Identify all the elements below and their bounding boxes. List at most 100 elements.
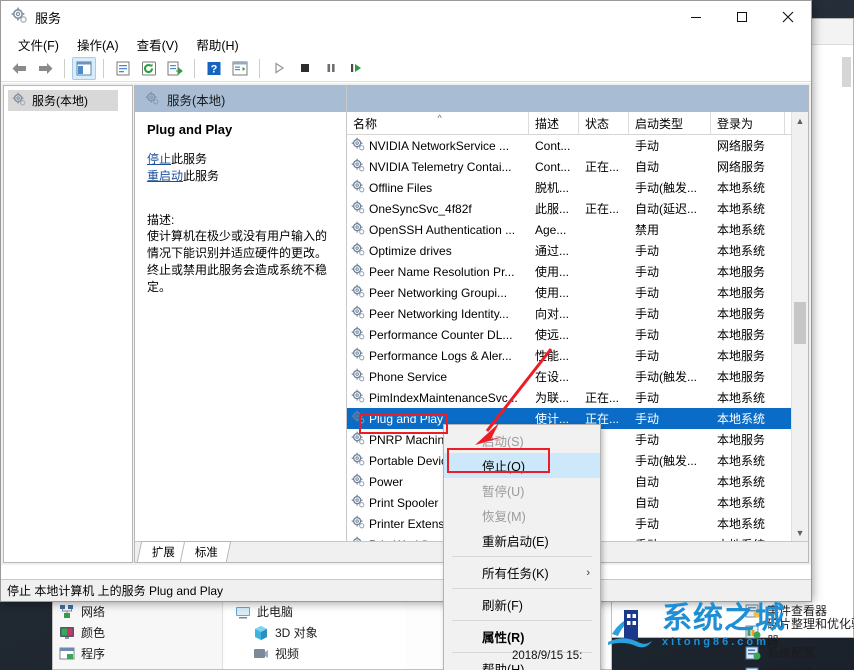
table-row[interactable]: OpenSSH Authentication ...Age...禁用本地系统: [347, 219, 808, 240]
start-service-icon[interactable]: [267, 57, 291, 80]
minimize-button[interactable]: [673, 1, 719, 33]
column-header-logon-as[interactable]: 登录为: [711, 112, 785, 134]
pause-service-icon[interactable]: [319, 57, 343, 80]
table-row[interactable]: OneSyncSvc_4f82f此服...正在...自动(延迟...本地系统: [347, 198, 808, 219]
list-header-band: [347, 86, 808, 112]
background-tree-item[interactable]: 此电脑: [235, 601, 405, 622]
cell-logon-as: 本地系统: [711, 200, 785, 217]
stop-service-link[interactable]: 停止: [147, 152, 171, 166]
cell-service-name: NVIDIA NetworkService ...: [347, 137, 529, 154]
background-nav-item[interactable]: 程序: [59, 643, 222, 664]
cell-logon-as: 本地系统: [711, 452, 785, 469]
cell-logon-as: 本地系统: [711, 389, 785, 406]
table-row[interactable]: Optimize drives通过...手动本地系统: [347, 240, 808, 261]
watermark-text: 系统之城 xitong86.com: [662, 604, 786, 648]
background-nav-item[interactable]: 网络: [59, 601, 222, 622]
service-gear-icon: [351, 368, 365, 385]
title-bar[interactable]: 服务: [1, 1, 811, 33]
maximize-button[interactable]: [719, 1, 765, 33]
cell-logon-as: 本地系统: [711, 536, 785, 541]
column-header-status[interactable]: 状态: [579, 112, 629, 134]
column-header-name[interactable]: 名称 ^: [347, 112, 529, 134]
cell-logon-as: 本地系统: [711, 179, 785, 196]
column-headers: 名称 ^ 描述 状态 启动类型: [347, 112, 808, 135]
background-timestamp: 2018/9/15 15:: [512, 650, 582, 662]
table-row[interactable]: NVIDIA NetworkService ...Cont...手动网络服务: [347, 135, 808, 156]
scroll-down-icon[interactable]: ▼: [792, 524, 808, 541]
scroll-up-icon[interactable]: ▲: [792, 112, 808, 129]
background-scrollbar[interactable]: [842, 57, 851, 87]
help-icon[interactable]: ?: [202, 57, 226, 80]
stop-service-icon[interactable]: [293, 57, 317, 80]
cell-logon-as: 本地服务: [711, 431, 785, 448]
background-admin-item[interactable]: i 系统信息: [745, 663, 854, 670]
list-scrollbar[interactable]: ▲ ▼: [791, 112, 808, 541]
tree-item-label: 服务(本地): [32, 92, 88, 109]
forward-icon[interactable]: [33, 57, 57, 80]
cell-startup-type: 手动: [629, 284, 711, 301]
column-header-description[interactable]: 描述: [529, 112, 579, 134]
show-hide-console-icon[interactable]: [228, 57, 252, 80]
column-header-startup-type[interactable]: 启动类型: [629, 112, 711, 134]
menu-item-刷新f[interactable]: 刷新(F): [444, 592, 600, 617]
menu-file[interactable]: 文件(F): [9, 33, 68, 56]
properties-icon[interactable]: [111, 57, 135, 80]
cell-status: 正在...: [579, 200, 629, 217]
back-icon[interactable]: [7, 57, 31, 80]
scrollbar-thumb[interactable]: [794, 302, 806, 344]
close-button[interactable]: [765, 1, 811, 33]
cell-service-name: Offline Files: [347, 179, 529, 196]
menu-item-属性r[interactable]: 属性(R): [444, 624, 600, 649]
menu-action[interactable]: 操作(A): [68, 33, 128, 56]
service-name-text: NVIDIA NetworkService ...: [369, 139, 509, 153]
cell-description: 脱机...: [529, 179, 579, 196]
background-nav-label: 网络: [81, 603, 105, 620]
cell-startup-type: 手动: [629, 410, 711, 427]
stop-service-link-row[interactable]: 停止此服务: [147, 151, 336, 168]
service-name-text: Peer Networking Identity...: [369, 307, 509, 321]
tab-standard[interactable]: 标准: [180, 541, 231, 562]
table-row[interactable]: PimIndexMaintenanceSvc...为联...正在...手动本地系…: [347, 387, 808, 408]
service-gear-icon: [351, 326, 365, 343]
status-bar: 停止 本地计算机 上的服务 Plug and Play: [1, 579, 811, 601]
table-row[interactable]: Performance Counter DL...使远...手动本地服务: [347, 324, 808, 345]
export-list-icon[interactable]: [163, 57, 187, 80]
menu-help[interactable]: 帮助(H): [187, 33, 247, 56]
background-tree-item[interactable]: 视频: [235, 643, 405, 664]
restart-service-link[interactable]: 重启动: [147, 169, 183, 183]
background-nav-item[interactable]: 颜色: [59, 622, 222, 643]
background-tree-item[interactable]: 3D 对象: [235, 622, 405, 643]
service-gear-icon: [351, 410, 365, 427]
restart-service-link-row[interactable]: 重启动此服务: [147, 168, 336, 185]
cell-description: Cont...: [529, 160, 579, 174]
cell-status: 正在...: [579, 158, 629, 175]
cell-description: 向对...: [529, 305, 579, 322]
tree-item-services-local[interactable]: 服务(本地): [8, 90, 118, 111]
refresh-icon[interactable]: [137, 57, 161, 80]
computer-icon: [235, 604, 251, 620]
cell-logon-as: 网络服务: [711, 137, 785, 154]
table-row[interactable]: Offline Files脱机...手动(触发...本地系统: [347, 177, 808, 198]
restart-service-icon[interactable]: [345, 57, 369, 80]
cell-service-name: Peer Networking Groupi...: [347, 284, 529, 301]
context-menu[interactable]: 启动(S)停止(O)暂停(U)恢复(M)重新启动(E)所有任务(K)›刷新(F)…: [443, 424, 601, 670]
menu-item-重新启动e[interactable]: 重新启动(E): [444, 528, 600, 553]
service-gear-icon: [351, 200, 365, 217]
show-tree-icon[interactable]: [72, 57, 96, 80]
cell-service-name: OneSyncSvc_4f82f: [347, 200, 529, 217]
table-row[interactable]: Phone Service在设...手动(触发...本地服务: [347, 366, 808, 387]
table-row[interactable]: Performance Logs & Aler...性能...手动本地服务: [347, 345, 808, 366]
service-name-text: Plug and Play: [369, 412, 443, 426]
table-row[interactable]: NVIDIA Telemetry Contai...Cont...正在...自动…: [347, 156, 808, 177]
cell-logon-as: 本地服务: [711, 326, 785, 343]
menu-item-所有任务k[interactable]: 所有任务(K)›: [444, 560, 600, 585]
service-gear-icon: [351, 431, 365, 448]
menu-item-label: 恢复(M): [482, 506, 526, 525]
menu-bar: 文件(F) 操作(A) 查看(V) 帮助(H): [1, 33, 811, 55]
table-row[interactable]: Peer Networking Groupi...使用...手动本地服务: [347, 282, 808, 303]
table-row[interactable]: Peer Networking Identity...向对...手动本地服务: [347, 303, 808, 324]
cube-icon: [253, 625, 269, 641]
table-row[interactable]: Peer Name Resolution Pr...使用...手动本地服务: [347, 261, 808, 282]
cell-logon-as: 本地服务: [711, 284, 785, 301]
menu-view[interactable]: 查看(V): [128, 33, 188, 56]
